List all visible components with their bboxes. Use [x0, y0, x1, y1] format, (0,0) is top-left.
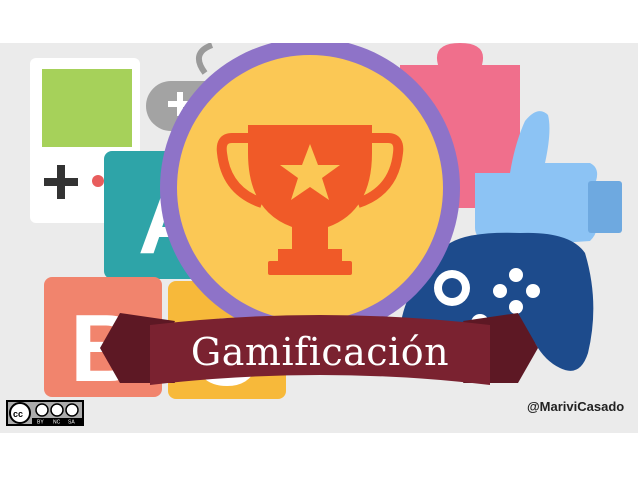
license-nc: NC: [53, 420, 61, 426]
svg-text:cc: cc: [13, 409, 23, 419]
cc-license-badge: cc BY NC SA: [6, 400, 84, 426]
ribbon-banner: [100, 313, 538, 385]
noncommercial-icon: [50, 403, 64, 417]
trophy-badge: [160, 43, 460, 338]
license-sa: SA: [68, 420, 75, 426]
sharealike-icon: [65, 403, 79, 417]
illustration: A B C: [0, 43, 638, 433]
author-credit: @MariviCasado: [527, 399, 625, 414]
license-by: BY: [37, 420, 44, 426]
attribution-icon: [35, 403, 49, 417]
